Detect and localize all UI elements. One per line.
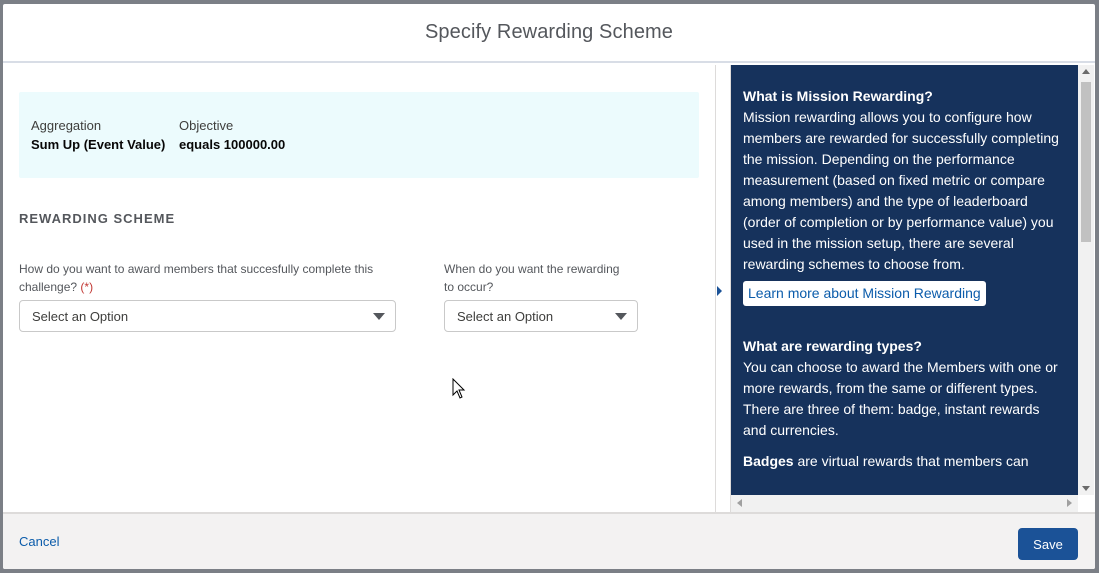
objective-label: Objective — [179, 118, 234, 133]
timing-label-line1: When do you want the rewarding — [444, 262, 620, 276]
panel-splitter[interactable] — [715, 65, 731, 512]
award-type-select[interactable]: Select an Option — [19, 300, 396, 332]
section-title: REWARDING SCHEME — [19, 211, 176, 226]
timing-field-label: When do you want the rewarding to occur? — [444, 260, 644, 296]
horizontal-scrollbar[interactable] — [731, 495, 1078, 512]
help-panel: What is Mission Rewarding? Mission rewar… — [731, 65, 1094, 512]
scroll-up-icon[interactable] — [1082, 69, 1090, 74]
help-question-rewarding-types: What are rewarding types? — [743, 338, 922, 354]
learn-more-button[interactable]: Learn more about Mission Rewarding — [743, 281, 986, 306]
aggregation-label: Aggregation — [31, 118, 102, 133]
required-marker: (*) — [80, 280, 94, 294]
vertical-scrollbar[interactable] — [1078, 65, 1094, 495]
help-answer-mission-rewarding: Mission rewarding allows you to configur… — [743, 109, 1059, 272]
modal-title: Specify Rewarding Scheme — [424, 21, 674, 43]
modal: Specify Rewarding Scheme Aggregation Sum… — [3, 4, 1095, 569]
scroll-left-icon[interactable] — [737, 499, 742, 507]
help-question-mission-rewarding: What is Mission Rewarding? — [743, 88, 933, 104]
award-field-label: How do you want to award members that su… — [19, 260, 409, 296]
modal-body: Aggregation Sum Up (Event Value) Objecti… — [3, 65, 1095, 512]
rewarding-form: Aggregation Sum Up (Event Value) Objecti… — [3, 65, 715, 512]
reward-timing-select[interactable]: Select an Option — [444, 300, 638, 332]
aggregation-summary: Aggregation Sum Up (Event Value) — [31, 118, 165, 152]
award-label-text: How do you want to award members that su… — [19, 262, 374, 294]
chevron-down-icon — [373, 313, 385, 320]
scrollbar-thumb[interactable] — [1081, 82, 1091, 242]
objective-value: equals 100000.00 — [179, 137, 286, 152]
modal-footer: Cancel Save — [3, 512, 1095, 569]
mouse-cursor-icon — [452, 378, 466, 399]
timing-select-value: Select an Option — [457, 308, 554, 324]
objective-summary: Objective equals 100000.00 — [179, 118, 285, 152]
timing-label-line2: to occur? — [444, 280, 494, 294]
aggregation-value: Sum Up (Event Value) — [31, 137, 166, 152]
help-badges-text: Badges are virtual rewards that members … — [743, 451, 1066, 472]
modal-header: Specify Rewarding Scheme — [3, 4, 1095, 63]
mission-summary: Aggregation Sum Up (Event Value) Objecti… — [19, 92, 699, 178]
badges-description: are virtual rewards that members can — [793, 453, 1029, 469]
chevron-down-icon — [615, 313, 627, 320]
collapse-arrow-icon[interactable] — [717, 286, 722, 296]
award-select-value: Select an Option — [32, 308, 129, 324]
save-button[interactable]: Save — [1018, 528, 1078, 560]
splitter-line — [715, 65, 716, 512]
help-content: What is Mission Rewarding? Mission rewar… — [731, 65, 1078, 495]
badges-term: Badges — [743, 453, 794, 469]
cancel-button[interactable]: Cancel — [19, 534, 59, 549]
help-answer-rewarding-types: You can choose to award the Members with… — [743, 359, 1058, 438]
scroll-right-icon[interactable] — [1067, 499, 1072, 507]
scroll-down-icon[interactable] — [1082, 486, 1090, 491]
